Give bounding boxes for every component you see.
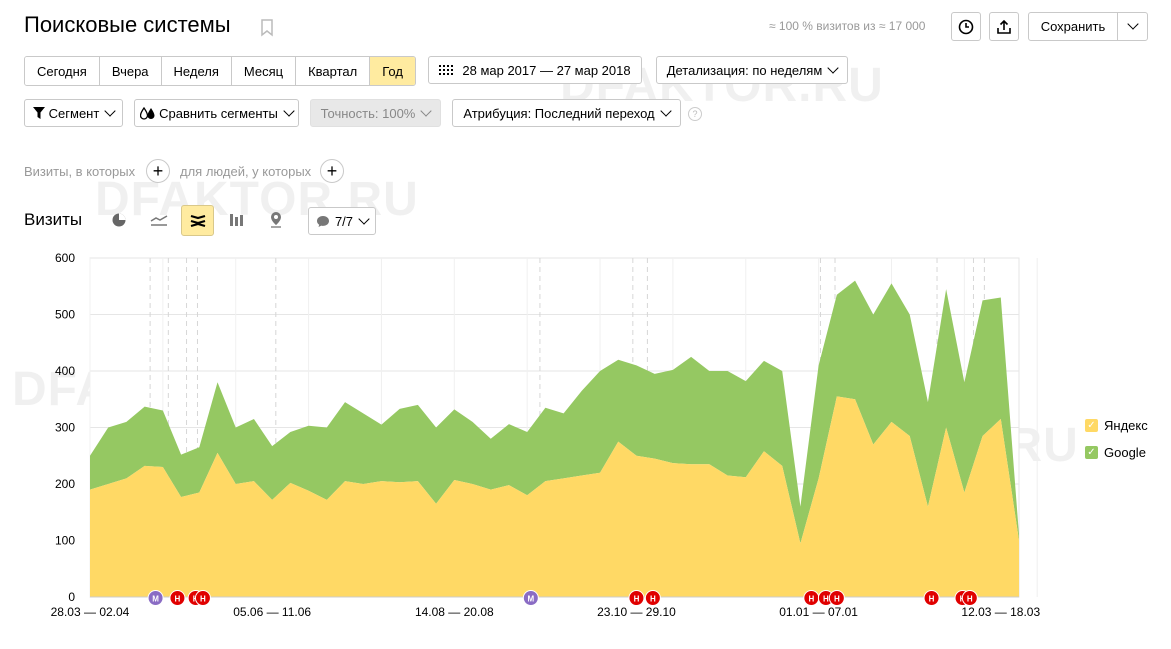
legend-item-yandex[interactable]: ✓ Яндекс — [1085, 418, 1148, 433]
chevron-down-icon — [358, 212, 370, 225]
x-tick-label: 05.06 — 11.06 — [233, 605, 311, 619]
period-tab[interactable]: Сегодня — [25, 57, 100, 85]
period-tab[interactable]: Месяц — [231, 57, 297, 85]
detail-dropdown[interactable]: Детализация: по неделям — [656, 56, 848, 84]
annotation-marker-label: Н — [967, 595, 973, 604]
plus-icon: + — [152, 161, 164, 181]
chevron-down-icon — [1126, 18, 1139, 30]
history-button[interactable] — [951, 12, 981, 41]
calendar-icon — [439, 65, 454, 75]
plus-icon: + — [326, 161, 338, 181]
upload-icon — [997, 19, 1011, 34]
x-tick-label: 12.03 — 18.03 — [961, 605, 1040, 619]
legend-label-google: Google — [1104, 445, 1146, 460]
accuracy-dropdown[interactable]: Точность: 100% — [310, 99, 441, 127]
chevron-down-icon — [283, 104, 295, 117]
legend-checkbox-yandex[interactable]: ✓ — [1085, 419, 1098, 432]
clock-icon — [958, 19, 974, 34]
annotation-marker-label: Н — [634, 595, 640, 604]
period-tab[interactable]: Квартал — [296, 57, 371, 85]
period-tab[interactable]: Год — [370, 57, 415, 85]
save-menu-button[interactable] — [1117, 12, 1148, 41]
bookmark-icon[interactable] — [260, 19, 274, 37]
map-pin-icon[interactable] — [268, 211, 284, 229]
chevron-down-icon — [659, 104, 672, 117]
save-button-label: Сохранить — [1040, 19, 1106, 34]
chevron-down-icon — [104, 104, 116, 117]
annotation-marker-label: Н — [834, 595, 840, 604]
y-tick-label: 500 — [55, 308, 75, 322]
chart-title: Визиты — [24, 210, 83, 229]
y-tick-label: 300 — [55, 421, 75, 435]
period-tab[interactable]: Вчера — [99, 57, 162, 85]
compare-segments-dropdown[interactable]: Сравнить сегменты — [134, 99, 299, 127]
attribution-dropdown[interactable]: Атрибуция: Последний переход — [452, 99, 681, 127]
sampling-note: ≈ 100 % визитов из ≈ 17 000 — [769, 19, 926, 33]
annotations-dropdown[interactable]: 7/7 — [308, 207, 376, 235]
annotation-marker-label: М — [527, 595, 534, 604]
date-range-picker[interactable]: 28 мар 2017 — 27 мар 2018 — [428, 56, 642, 84]
pie-chart-icon[interactable] — [111, 212, 127, 228]
chevron-down-icon — [827, 61, 839, 74]
visits-condition-label: Визиты, в которых — [24, 164, 136, 179]
detail-label: Детализация: по неделям — [666, 62, 823, 78]
annotations-count: 7/7 — [334, 213, 354, 229]
accuracy-label: Точность: 100% — [320, 105, 416, 121]
date-range-label: 28 мар 2017 — 27 мар 2018 — [462, 62, 631, 78]
line-chart-icon[interactable] — [150, 213, 168, 227]
segment-label: Сегмент — [48, 105, 100, 121]
annotation-marker-label: Н — [650, 595, 656, 604]
x-tick-label: 28.03 — 02.04 — [51, 605, 130, 619]
compare-label: Сравнить сегменты — [159, 105, 278, 121]
legend-checkbox-google[interactable]: ✓ — [1085, 446, 1098, 459]
annotation-marker-label: М — [152, 595, 159, 604]
y-tick-label: 100 — [55, 534, 75, 548]
segment-dropdown[interactable]: Сегмент — [24, 99, 123, 127]
annotation-marker-label: Н — [808, 595, 814, 604]
export-button[interactable] — [989, 12, 1019, 41]
x-tick-label: 01.01 — 07.01 — [779, 605, 858, 619]
y-tick-label: 600 — [55, 251, 75, 265]
period-tabs: Сегодня Вчера Неделя Месяц Квартал Год — [24, 56, 416, 86]
add-visit-condition-button[interactable]: + — [146, 159, 170, 183]
y-tick-label: 400 — [55, 364, 75, 378]
attribution-label: Атрибуция: Последний переход — [463, 105, 655, 121]
filter-icon — [32, 107, 45, 119]
bar-chart-icon[interactable] — [229, 212, 245, 228]
y-tick-label: 0 — [68, 590, 75, 604]
annotation-marker-label: Н — [175, 595, 181, 604]
people-condition-label: для людей, у которых — [180, 164, 312, 179]
drops-icon — [140, 106, 155, 120]
legend-item-google[interactable]: ✓ Google — [1085, 445, 1146, 460]
page-title: Поисковые системы — [24, 12, 231, 37]
period-tab[interactable]: Неделя — [161, 57, 232, 85]
annotation-marker-label: Н — [200, 595, 206, 604]
legend-label-yandex: Яндекс — [1104, 418, 1148, 433]
help-icon[interactable]: ? — [688, 107, 702, 121]
annotation-marker-label: Н — [823, 595, 829, 604]
stacked-area-icon — [190, 214, 205, 227]
y-tick-label: 200 — [55, 477, 75, 491]
x-tick-label: 23.10 — 29.10 — [597, 605, 676, 619]
stacked-area-button[interactable] — [181, 205, 214, 236]
chevron-down-icon — [420, 104, 433, 117]
annotation-marker-label: Н — [929, 595, 935, 604]
visits-chart: 0 100 200 300 400 500 600 28.03 — 02.04 05.06 — … — [51, 251, 1041, 619]
x-tick-label: 14.08 — 20.08 — [415, 605, 494, 619]
add-people-condition-button[interactable]: + — [320, 159, 344, 183]
comment-icon — [316, 215, 329, 227]
save-button[interactable]: Сохранить — [1028, 12, 1118, 41]
